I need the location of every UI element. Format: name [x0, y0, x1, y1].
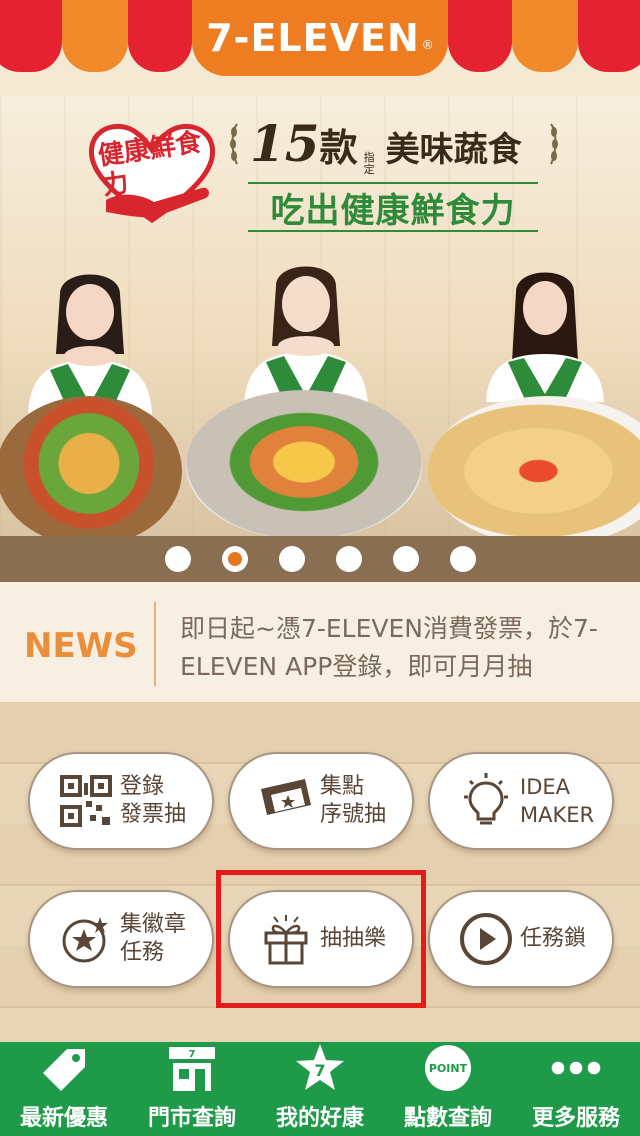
nav-item-store-search[interactable]: 7 門市查詢: [128, 1042, 256, 1136]
nav-label: 我的好康: [275, 1106, 364, 1131]
awning-stripe: [512, 0, 578, 72]
news-label: NEWS: [24, 626, 138, 666]
awning-stripe: [0, 0, 62, 72]
title-unit: 款: [319, 125, 358, 170]
svg-text:7: 7: [189, 1049, 196, 1060]
button-label: 任務鎖: [520, 926, 587, 951]
nav-item-more-services[interactable]: 更多服務: [512, 1042, 640, 1136]
button-label: IDEA MAKER: [520, 775, 595, 827]
svg-text:7: 7: [314, 1061, 325, 1080]
tag-icon: [37, 1042, 91, 1094]
badge-mission-button[interactable]: 集徽章 任務: [28, 890, 214, 988]
carousel-indicator: [0, 536, 640, 582]
model-photo: [28, 274, 152, 414]
food-bowl: [186, 390, 422, 540]
title-number: 15: [250, 114, 320, 173]
nav-label: 點數查詢: [403, 1106, 492, 1131]
awning-stripe: [128, 0, 192, 72]
carousel-dot-active[interactable]: [221, 546, 248, 572]
laurel-left-icon: [230, 123, 238, 165]
carousel-dot[interactable]: [335, 546, 362, 572]
awning-stripe: [578, 0, 640, 72]
svg-text:POINT: POINT: [429, 1062, 468, 1075]
more-dots-icon: [549, 1042, 603, 1094]
qr-code-icon: [56, 771, 116, 831]
nav-item-my-deals[interactable]: 7 我的好康: [256, 1042, 384, 1136]
nav-label: 最新優惠: [19, 1106, 108, 1131]
laurel-right-icon: [550, 123, 558, 165]
carousel-dot[interactable]: [164, 546, 191, 572]
title-tag: 指定: [363, 151, 375, 176]
point-icon: POINT: [421, 1042, 475, 1094]
invoice-lottery-button[interactable]: 登錄 發票抽: [28, 752, 214, 850]
carousel-dot[interactable]: [278, 546, 305, 572]
carousel-dot[interactable]: [392, 546, 419, 572]
star-7-icon: 7: [293, 1042, 347, 1094]
mission-lock-button[interactable]: 任務鎖: [428, 890, 614, 988]
idea-maker-button[interactable]: IDEA MAKER: [428, 752, 614, 850]
awning-stripe: [448, 0, 512, 72]
promo-banner[interactable]: 健康鮮食力 15 款 指定 美味蔬食 吃出健康鮮食力: [0, 96, 640, 540]
awning-stripe: [62, 0, 128, 72]
title-text: 美味蔬食: [385, 130, 522, 170]
nav-label: 門市查詢: [147, 1106, 236, 1131]
food-bowl: [0, 396, 182, 540]
banner-title: 15 款 指定 美味蔬食: [250, 114, 522, 176]
nav-label: 更多服務: [531, 1106, 620, 1131]
nav-item-latest-offers[interactable]: 最新優惠: [0, 1042, 128, 1136]
model-photo: [244, 266, 368, 406]
button-label: 集徽章 任務: [120, 912, 187, 965]
banner-subtitle: 吃出健康鮮食力: [248, 182, 538, 232]
lightbulb-icon: [456, 771, 516, 831]
ticket-icon: [256, 771, 316, 831]
button-label: 登錄 發票抽: [120, 774, 187, 827]
serial-lottery-button[interactable]: 集點 序號抽: [228, 752, 414, 850]
badge-star-icon: [56, 909, 116, 969]
app-header: 7-ELEVEN ®: [0, 0, 640, 96]
highlight-box: [216, 870, 426, 1008]
logo-registered-mark: ®: [421, 38, 434, 52]
bottom-nav: 最新優惠 7 門市查詢 7 我的好康 POINT 點數查詢 更多服務: [0, 1042, 640, 1136]
play-icon: [456, 909, 516, 969]
logo: 7-ELEVEN ®: [192, 0, 448, 76]
store-icon: 7: [165, 1042, 219, 1094]
model-photo: [486, 272, 604, 402]
news-divider: [154, 602, 156, 686]
carousel-dot[interactable]: [449, 546, 476, 572]
logo-text: 7-ELEVEN: [206, 16, 420, 60]
button-label: 集點 序號抽: [320, 774, 387, 827]
news-text[interactable]: 即日起~憑7-ELEVEN消費發票，於7-ELEVEN APP登錄，即可月月抽: [180, 610, 620, 686]
nav-item-point-search[interactable]: POINT 點數查詢: [384, 1042, 512, 1136]
